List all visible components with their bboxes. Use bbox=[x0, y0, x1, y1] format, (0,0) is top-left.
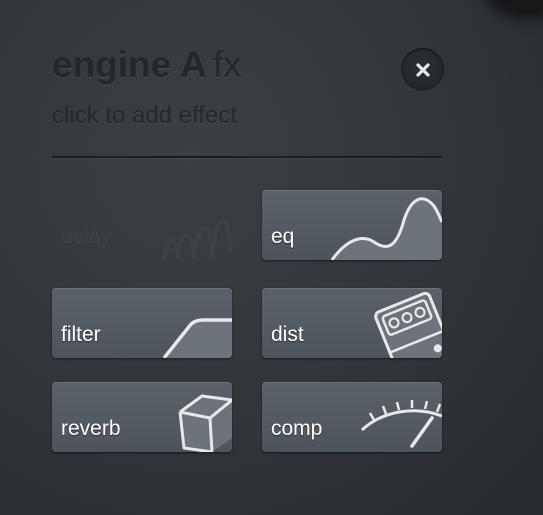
effect-tile-eq[interactable]: eq bbox=[262, 190, 442, 260]
effect-label-delay: delay bbox=[61, 225, 112, 248]
effect-tile-filter[interactable]: filter bbox=[52, 288, 232, 358]
panel-subtitle: click to add effect bbox=[52, 102, 237, 129]
effect-label-reverb: reverb bbox=[61, 417, 121, 440]
panel-title: engine Afx bbox=[52, 44, 242, 86]
effect-tile-comp[interactable]: comp bbox=[262, 382, 442, 452]
effect-tile-delay: delay bbox=[52, 190, 232, 260]
effect-tile-dist[interactable]: dist bbox=[262, 288, 442, 358]
effect-label-dist: dist bbox=[271, 323, 304, 346]
close-icon bbox=[415, 62, 430, 77]
effect-label-eq: eq bbox=[271, 225, 295, 248]
panel-title-bold: engine A bbox=[52, 44, 207, 85]
close-button[interactable] bbox=[401, 48, 444, 91]
panel-title-light: fx bbox=[212, 44, 242, 85]
header-divider bbox=[52, 156, 442, 158]
effect-label-filter: filter bbox=[61, 323, 101, 346]
effect-tile-reverb[interactable]: reverb bbox=[52, 382, 232, 452]
fx-panel: engine Afx click to add effect delay eq … bbox=[0, 0, 543, 515]
effect-label-comp: comp bbox=[271, 417, 323, 440]
